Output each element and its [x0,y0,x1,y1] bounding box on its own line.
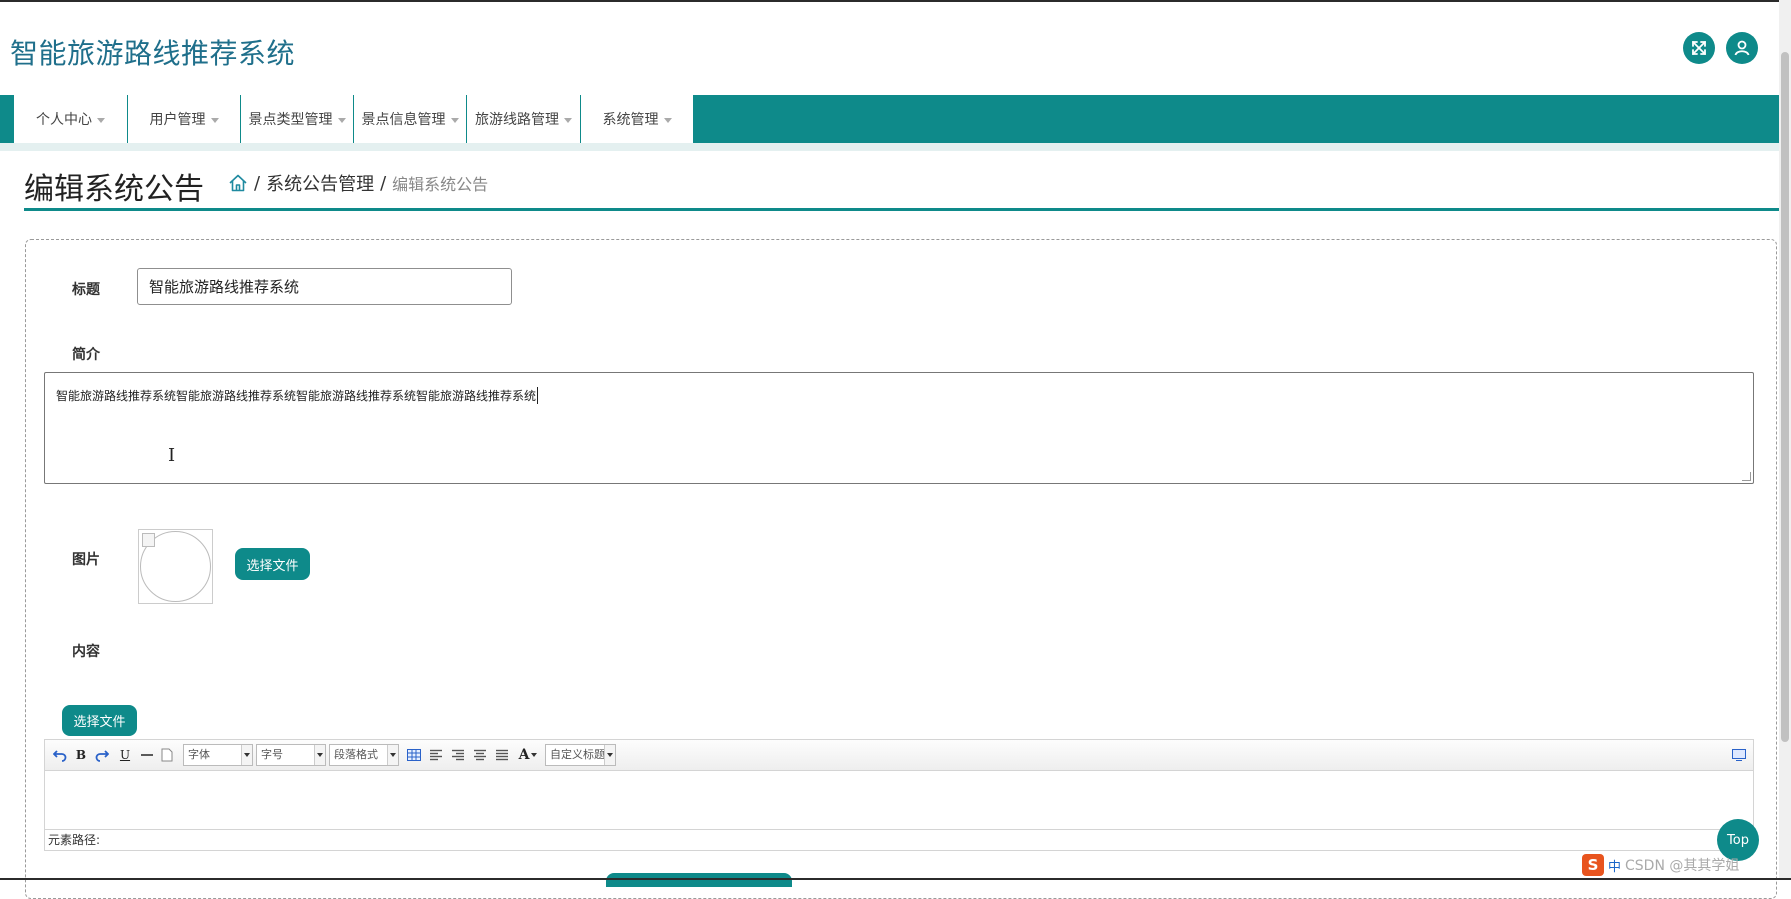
fullscreen-button[interactable] [1683,32,1715,64]
breadcrumb-current: 编辑系统公告 [392,175,489,194]
caret-down-icon [564,117,572,123]
dropdown-arrow-icon [387,745,398,765]
nav-item-label: 系统管理 [602,112,659,128]
text-cursor-icon: I [168,445,176,466]
resize-handle[interactable] [1742,472,1751,481]
fullscreen-editor-button[interactable] [1730,746,1748,764]
breadcrumb-separator: / [254,172,261,194]
caret-down-icon [663,117,672,123]
align-left-icon [430,749,442,761]
caret-down-icon [97,117,105,123]
window-top-border [0,0,1791,2]
image-label: 图片 [72,552,100,568]
submit-button[interactable] [606,873,792,887]
breadcrumb-separator: / [380,172,387,194]
align-justify-button[interactable] [493,746,511,764]
page-title: 编辑系统公告 [24,172,204,207]
nav-item-label: 景点类型管理 [248,112,333,128]
caret-down-icon [210,117,219,123]
app-title: 智能旅游路线推荐系统 [10,37,296,70]
content-editor[interactable] [44,771,1754,829]
nav-item-spot-type-management[interactable]: 景点类型管理 [241,95,354,143]
user-icon [1734,40,1750,56]
paragraph-format-select[interactable]: 段落格式 [329,744,399,766]
font-size-select[interactable]: 字号 [256,744,326,766]
summary-label: 简介 [72,347,100,363]
paragraph-format-value: 段落格式 [334,748,378,761]
content-label: 内容 [72,644,100,660]
font-color-dropdown[interactable] [529,746,539,764]
align-center-icon [474,749,486,761]
custom-heading-select[interactable]: 自定义标题 [545,744,616,766]
editor-toolbar: B U 字体 字号 段落格式 A 自定义标题 [44,739,1754,771]
undo-icon [53,750,67,762]
align-right-button[interactable] [449,746,467,764]
fullscreen-editor-icon [1732,749,1746,761]
dropdown-arrow-icon [241,745,252,765]
title-divider [24,208,1779,211]
summary-text: 智能旅游路线推荐系统智能旅游路线推荐系统智能旅游路线推荐系统智能旅游路线推荐系统 [56,387,539,404]
breadcrumb-notice-management[interactable]: 系统公告管理 [266,170,374,196]
align-justify-icon [496,749,508,761]
nav-item-label: 景点信息管理 [361,112,446,128]
user-button[interactable] [1726,32,1758,64]
nav-item-spot-info-management[interactable]: 景点信息管理 [354,95,467,143]
horizontal-rule-icon [141,754,153,756]
align-left-button[interactable] [427,746,445,764]
nav-item-label: 旅游线路管理 [475,112,559,128]
image-preview [138,529,213,604]
caret-down-icon [337,117,346,123]
table-button[interactable] [405,746,423,764]
underline-button[interactable]: U [116,746,134,764]
custom-heading-value: 自定义标题 [550,748,605,761]
ime-mode-indicator[interactable]: 中 [1608,856,1621,875]
dropdown-arrow-icon [604,745,615,765]
ime-toolbar: S 中 CSDN @其其学姐 [1582,852,1778,878]
undo-button[interactable] [51,746,69,764]
nav-item-label: 用户管理 [149,112,206,128]
choose-image-button[interactable]: 选择文件 [235,548,310,580]
home-icon[interactable] [228,173,248,193]
align-center-button[interactable] [471,746,489,764]
choose-content-file-button[interactable]: 选择文件 [62,705,137,736]
caret-down-icon [450,117,459,123]
main-nav: 个人中心 用户管理 景点类型管理 景点信息管理 旅游线路管理 系统管理 [0,95,1779,143]
broken-image-icon [142,533,155,547]
font-family-value: 字体 [188,748,210,761]
align-right-icon [452,749,464,761]
title-input[interactable] [137,268,512,305]
blank-page-icon [161,748,173,762]
nav-item-route-management[interactable]: 旅游线路管理 [467,95,581,143]
title-label: 标题 [72,282,100,298]
expand-arrows-icon [1692,41,1706,55]
bold-button[interactable]: B [72,746,90,764]
table-icon [407,749,421,761]
dropdown-arrow-icon [314,745,325,765]
editor-element-path: 元素路径: [44,829,1754,851]
scrollbar-thumb[interactable] [1781,52,1789,742]
nav-item-label: 个人中心 [36,112,92,128]
horizontal-rule-button[interactable] [138,746,156,764]
redo-button[interactable] [93,746,111,764]
nav-item-user-management[interactable]: 用户管理 [128,95,241,143]
font-family-select[interactable]: 字体 [183,744,253,766]
nav-underline [0,143,1779,151]
summary-textarea[interactable]: 智能旅游路线推荐系统智能旅游路线推荐系统智能旅游路线推荐系统智能旅游路线推荐系统… [44,372,1754,484]
watermark-text: CSDN @其其学姐 [1625,858,1740,874]
sogou-ime-logo[interactable]: S [1582,854,1604,876]
breadcrumb: / 系统公告管理 / 编辑系统公告 [228,170,488,196]
caret-down-icon [531,753,537,757]
font-size-value: 字号 [261,748,283,761]
nav-item-personal-center[interactable]: 个人中心 [14,95,128,143]
redo-icon [95,750,109,762]
blank-page-button[interactable] [158,746,176,764]
nav-item-system-management[interactable]: 系统管理 [581,95,694,143]
